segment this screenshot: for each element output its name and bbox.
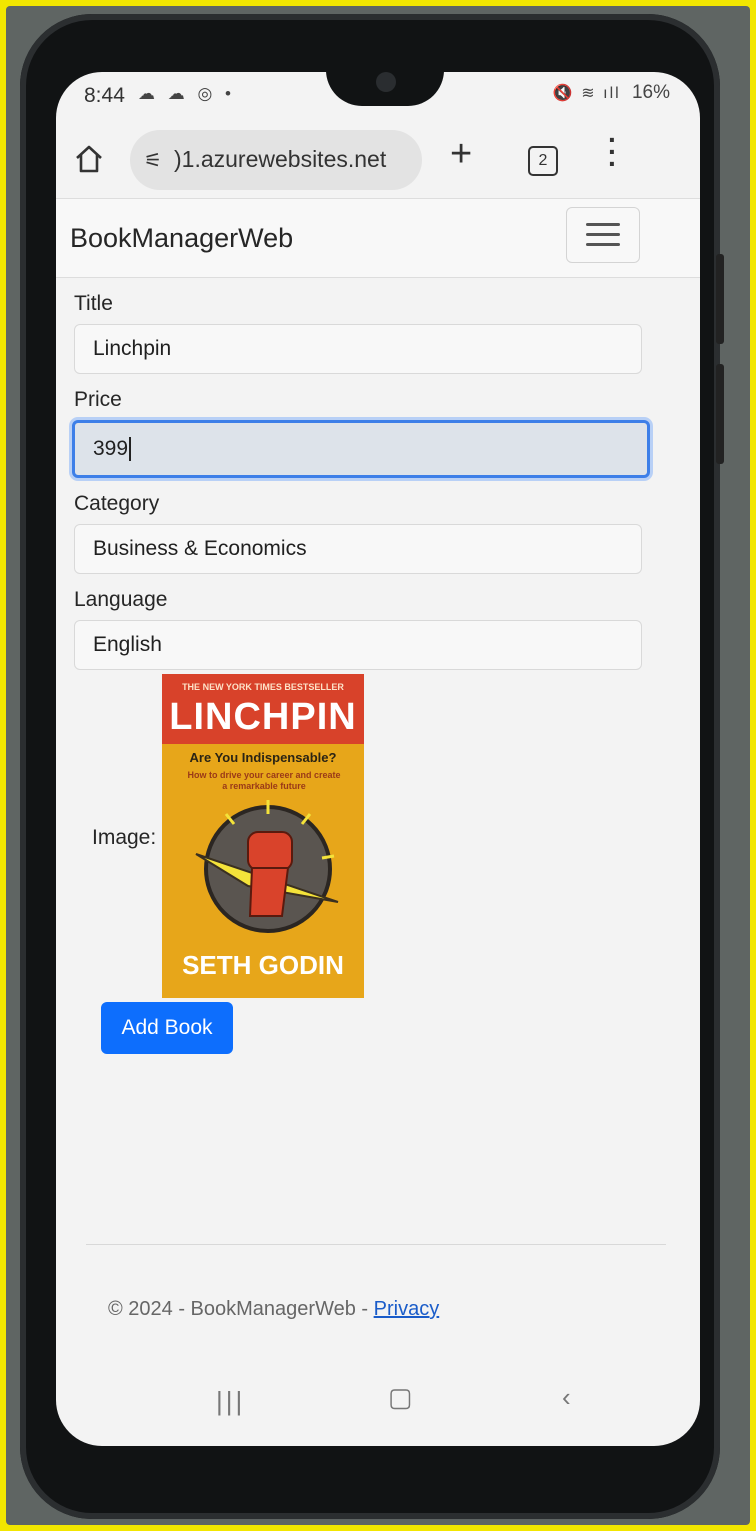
status-right-group: 🔇 ≋ ıll 16% <box>553 82 670 104</box>
cover-subline: How to drive your career and create a re… <box>187 770 341 791</box>
price-value: 399 <box>93 437 129 460</box>
navbar-toggle-button[interactable] <box>566 207 640 263</box>
image-field: Image: THE NEW YORK TIMES BESTSELLER LIN… <box>92 674 492 1004</box>
status-time: 8:44 <box>84 84 125 107</box>
home-icon[interactable] <box>74 144 104 174</box>
android-nav-bar: ||| ▢ ‹ <box>56 1382 700 1422</box>
raised-fist-icon <box>195 800 339 933</box>
title-label: Title <box>74 292 113 315</box>
cover-subtitle: Are You Indispensable? <box>189 750 337 765</box>
site-settings-icon[interactable]: ⚟ <box>144 148 162 173</box>
navbar-brand[interactable]: BookManagerWeb <box>70 223 293 254</box>
hamburger-icon <box>586 233 620 236</box>
browser-toolbar: ⚟ )1.azurewebsites.net + 2 · · · <box>56 120 700 198</box>
tab-switcher-button[interactable]: 2 <box>528 146 558 176</box>
cover-author: SETH GODIN <box>182 950 344 980</box>
more-menu-icon[interactable]: · · · <box>608 126 617 178</box>
status-bar: 8:44 ☁ ☁ ◎ • 🔇 ≋ ıll 16% <box>56 72 700 116</box>
power-button <box>716 364 724 464</box>
text-cursor <box>129 437 132 462</box>
notification-icons: ☁ ☁ ◎ • <box>138 84 235 103</box>
language-label: Language <box>74 588 168 611</box>
footer-copyright: © 2024 - BookManagerWeb - <box>108 1298 374 1320</box>
recents-icon[interactable]: ||| <box>216 1386 245 1417</box>
book-cover-image: THE NEW YORK TIMES BESTSELLER LINCHPIN A… <box>162 674 364 998</box>
cover-tagline: THE NEW YORK TIMES BESTSELLER <box>182 682 344 692</box>
back-icon[interactable]: ‹ <box>562 1382 571 1413</box>
footer: © 2024 - BookManagerWeb - Privacy <box>108 1298 439 1321</box>
category-label: Category <box>74 492 160 515</box>
title-input[interactable]: Linchpin <box>74 324 642 374</box>
price-input[interactable]: 399 <box>72 420 650 478</box>
image-label: Image: <box>92 826 157 849</box>
battery-level: 16% <box>631 82 670 103</box>
url-text[interactable]: )1.azurewebsites.net <box>174 146 386 173</box>
add-book-form: Title Linchpin Price 399 Category Busine… <box>72 292 654 684</box>
language-input[interactable]: English <box>74 620 642 670</box>
volume-button <box>716 254 724 344</box>
new-tab-button[interactable]: + <box>450 134 472 174</box>
footer-divider <box>86 1244 666 1245</box>
phone-screen: 8:44 ☁ ☁ ◎ • 🔇 ≋ ıll 16% ⚟ )1.azurewebsi… <box>56 72 700 1446</box>
price-label: Price <box>74 388 122 411</box>
category-input[interactable]: Business & Economics <box>74 524 642 574</box>
hamburger-icon <box>586 223 620 226</box>
add-book-button[interactable]: Add Book <box>101 1002 233 1054</box>
hamburger-icon <box>586 243 620 246</box>
signal-icons: 🔇 ≋ ıll <box>552 85 621 102</box>
address-bar[interactable]: ⚟ )1.azurewebsites.net <box>130 130 422 190</box>
cover-title: LINCHPIN <box>169 696 357 738</box>
site-navbar: BookManagerWeb <box>56 198 700 278</box>
home-key-icon[interactable]: ▢ <box>388 1382 413 1413</box>
privacy-link[interactable]: Privacy <box>374 1298 440 1320</box>
